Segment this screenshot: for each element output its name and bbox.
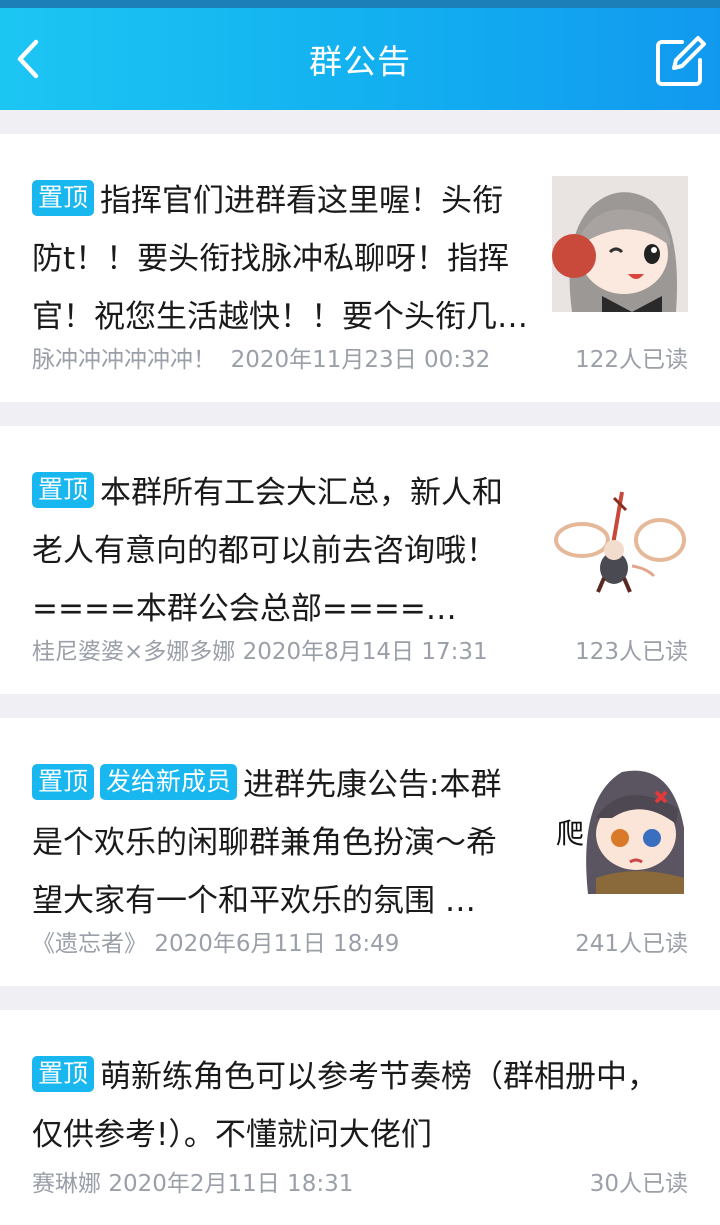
- post-time: 2020年8月14日 17:31: [242, 639, 488, 665]
- announcement-line: 是个欢乐的闲聊群兼角色扮演～希: [32, 825, 497, 861]
- pinned-tag: 置顶: [32, 472, 95, 508]
- edit-icon: [656, 36, 706, 86]
- announcement-card[interactable]: 置顶 萌新练角色可以参考节奏榜（群相册中， 仅供参考!）。不懂就问大佬们 赛琳娜 …: [0, 1010, 720, 1225]
- announcement-line: 官！祝您生活越快！！要个头衔几…: [32, 299, 528, 335]
- announcement-card[interactable]: 置顶 本群所有工会大汇总，新人和 老人有意向的都可以前去咨询哦！ ====本群公会…: [0, 426, 720, 694]
- announcement-line: ====本群公会总部====…: [32, 591, 457, 627]
- announcement-text: 置顶 本群所有工会大汇总，新人和 老人有意向的都可以前去咨询哦！ ====本群公会…: [32, 464, 532, 638]
- announcement-line: 望大家有一个和平欢乐的氛围 …: [32, 883, 476, 919]
- pinned-tag: 置顶: [32, 1056, 95, 1092]
- announcement-line: 老人有意向的都可以前去咨询哦！: [32, 533, 497, 569]
- read-count: 123人已读: [575, 639, 688, 665]
- post-time: 2020年11月23日 00:32: [230, 347, 491, 373]
- announcement-thumbnail: [552, 482, 688, 618]
- read-count: 241人已读: [575, 931, 688, 957]
- chibi-swordsman-image: [552, 482, 688, 618]
- announcement-card[interactable]: 置顶 发给新成员 进群先康公告:本群 是个欢乐的闲聊群兼角色扮演～希 望大家有一个和…: [0, 718, 720, 986]
- author-name: 桂尼婆婆×多娜多娜: [32, 639, 236, 665]
- title-bar: 群公告: [0, 8, 720, 110]
- post-time: 2020年2月11日 18:31: [108, 1171, 354, 1197]
- post-time: 2020年6月11日 18:49: [154, 931, 400, 957]
- announcement-line: 仅供参考!）。不懂就问大佬们: [32, 1117, 432, 1153]
- announcement-meta: 《遗忘者》 2020年6月11日 18:49 241人已读: [32, 924, 688, 958]
- author-name: 赛琳娜: [32, 1171, 101, 1197]
- author-name: 脉冲冲冲冲冲冲！: [32, 347, 216, 373]
- announcement-line: 进群先康公告:本群: [243, 767, 502, 803]
- back-button[interactable]: [12, 34, 58, 84]
- announcement-text: 置顶 指挥官们进群看这里喔！头衔 防t！！要头衔找脉冲私聊呀！指挥 官！祝您生活越…: [32, 172, 532, 346]
- announcement-meta: 桂尼婆婆×多娜多娜 2020年8月14日 17:31 123人已读: [32, 632, 688, 666]
- read-count: 122人已读: [575, 347, 688, 373]
- author-name: 《遗忘者》: [32, 931, 147, 957]
- back-arrow-icon: [17, 39, 39, 79]
- new-member-tag: 发给新成员: [100, 764, 238, 800]
- announcement-thumbnail: [552, 176, 688, 312]
- announcement-meta: 脉冲冲冲冲冲冲！ 2020年11月23日 00:32 122人已读: [32, 340, 688, 374]
- pinned-tag: 置顶: [32, 180, 95, 216]
- thumbnail-caption: 爬: [556, 817, 585, 850]
- announcement-thumbnail: 爬: [552, 758, 688, 894]
- announcement-line: 萌新练角色可以参考节奏榜（群相册中，: [100, 1059, 659, 1095]
- anime-girl-image: [552, 176, 688, 312]
- announcement-card[interactable]: 置顶 指挥官们进群看这里喔！头衔 防t！！要头衔找脉冲私聊呀！指挥 官！祝您生活越…: [0, 134, 720, 402]
- announcement-line: 本群所有工会大汇总，新人和: [100, 475, 504, 511]
- announcement-line: 防t！！要头衔找脉冲私聊呀！指挥: [32, 241, 510, 277]
- read-count: 30人已读: [589, 1171, 688, 1197]
- announcement-text: 置顶 萌新练角色可以参考节奏榜（群相册中， 仅供参考!）。不懂就问大佬们: [32, 1048, 688, 1164]
- page-title: 群公告: [309, 42, 411, 81]
- announcement-text: 置顶 发给新成员 进群先康公告:本群 是个欢乐的闲聊群兼角色扮演～希 望大家有一个和…: [32, 756, 532, 930]
- announcement-meta: 赛琳娜 2020年2月11日 18:31 30人已读: [32, 1164, 688, 1198]
- status-strip: [0, 0, 720, 8]
- edit-button[interactable]: [652, 32, 710, 90]
- announcement-line: 指挥官们进群看这里喔！头衔: [100, 183, 504, 219]
- pinned-tag: 置顶: [32, 764, 95, 800]
